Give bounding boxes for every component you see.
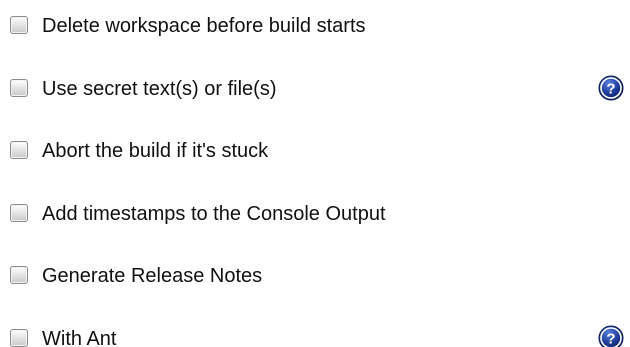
option-generate-release-notes: Generate Release Notes: [0, 257, 630, 297]
abort-if-stuck-checkbox[interactable]: [10, 141, 28, 159]
option-with-ant: With Ant ?: [0, 320, 630, 347]
help-icon[interactable]: ?: [598, 75, 624, 101]
build-environment-options: Delete workspace before build starts Use…: [0, 0, 630, 347]
option-delete-workspace: Delete workspace before build starts: [0, 7, 630, 47]
generate-release-notes-checkbox[interactable]: [10, 266, 28, 284]
use-secret-text-checkbox[interactable]: [10, 79, 28, 97]
option-add-timestamps: Add timestamps to the Console Output: [0, 195, 630, 235]
option-use-secret-text: Use secret text(s) or file(s) ?: [0, 70, 630, 110]
svg-text:?: ?: [606, 81, 615, 98]
help-icon[interactable]: ?: [598, 325, 624, 347]
add-timestamps-checkbox[interactable]: [10, 204, 28, 222]
with-ant-checkbox[interactable]: [10, 329, 28, 347]
option-label[interactable]: Add timestamps to the Console Output: [42, 202, 386, 226]
option-label[interactable]: Abort the build if it's stuck: [42, 139, 268, 163]
option-abort-if-stuck: Abort the build if it's stuck: [0, 132, 630, 172]
option-label[interactable]: Use secret text(s) or file(s): [42, 77, 276, 101]
option-label[interactable]: With Ant: [42, 327, 116, 347]
option-label[interactable]: Delete workspace before build starts: [42, 14, 366, 38]
option-label[interactable]: Generate Release Notes: [42, 264, 262, 288]
svg-text:?: ?: [606, 331, 615, 347]
delete-workspace-checkbox[interactable]: [10, 16, 28, 34]
